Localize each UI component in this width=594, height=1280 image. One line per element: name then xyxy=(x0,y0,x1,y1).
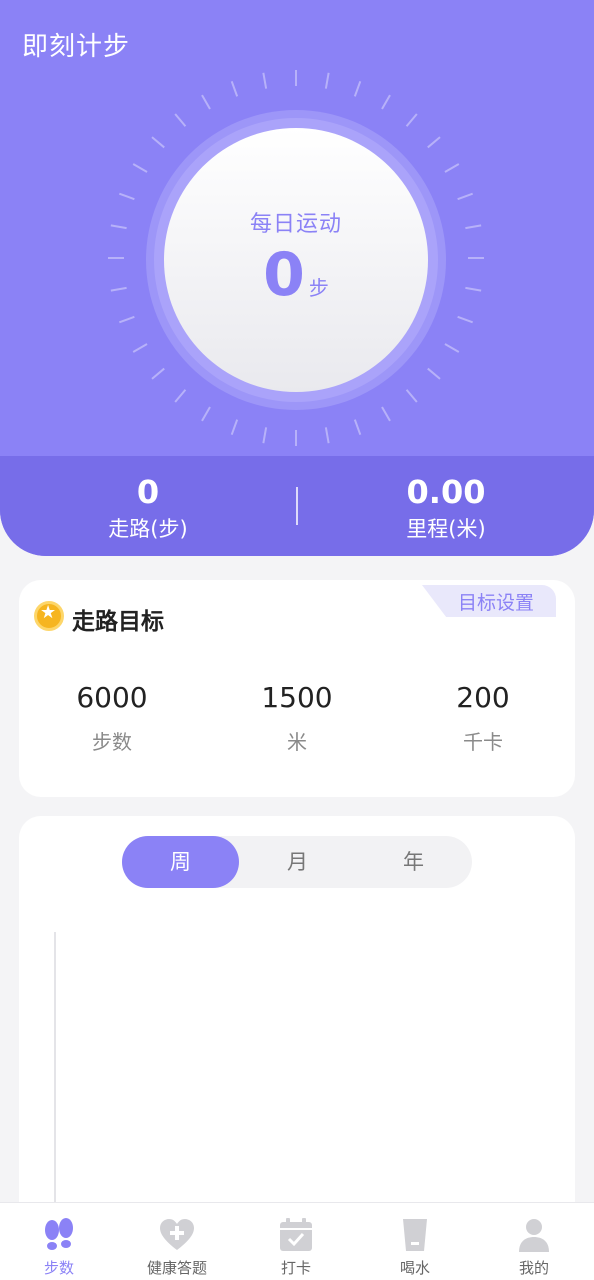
dial-tick xyxy=(353,419,362,436)
medal-icon xyxy=(34,601,64,631)
dial-tick xyxy=(405,389,418,403)
app-title: 即刻计步 xyxy=(22,32,131,62)
dial-tick xyxy=(110,286,127,292)
dial-tick xyxy=(381,406,391,422)
tabbar-checkin[interactable]: 打卡 xyxy=(237,1203,355,1280)
user-icon xyxy=(519,1219,549,1252)
daily-label: 每日运动 xyxy=(249,212,342,237)
dial-tick xyxy=(457,192,474,201)
daily-steps-value: 0步 xyxy=(164,240,428,310)
footprints-icon xyxy=(45,1218,73,1250)
goal-title: 走路目标 xyxy=(72,609,164,635)
dial-tick xyxy=(132,163,148,173)
tab-year[interactable]: 年 xyxy=(355,836,472,888)
tabbar-quiz[interactable]: 健康答题 xyxy=(118,1203,236,1280)
dial-tick xyxy=(110,224,127,230)
goal-steps: 6000 步数 xyxy=(32,678,192,755)
dial-tick xyxy=(132,343,148,353)
dial-tick xyxy=(381,94,391,110)
dial-tick xyxy=(201,94,211,110)
goal-steps-value: 6000 xyxy=(76,681,148,714)
dial-tick xyxy=(151,136,165,149)
tabbar-profile-label: 我的 xyxy=(518,1259,549,1277)
dial-tick xyxy=(118,192,135,201)
tab-week[interactable]: 周 xyxy=(122,836,239,888)
goal-distance: 1500 米 xyxy=(217,678,377,755)
tab-month[interactable]: 月 xyxy=(239,836,356,888)
tabbar-steps[interactable]: 步数 xyxy=(0,1203,118,1280)
hero-header: 即刻计步 每日运动 0步 0 走路(步) 0.00 里程(米) xyxy=(0,0,594,556)
dial-tick xyxy=(174,389,187,403)
tabbar-water-label: 喝水 xyxy=(399,1259,430,1277)
goal-calories-label: 千卡 xyxy=(463,730,503,754)
dial-tick xyxy=(324,427,330,444)
dial-tick xyxy=(230,419,239,436)
dial-tick xyxy=(444,163,460,173)
stat-walk: 0 走路(步) xyxy=(48,472,248,544)
tabbar-checkin-label: 打卡 xyxy=(280,1259,311,1277)
stat-distance-value: 0.00 xyxy=(406,473,486,511)
daily-steps-unit: 步 xyxy=(308,276,329,300)
dial-tick xyxy=(465,286,482,292)
dial-tick xyxy=(465,224,482,230)
dial-face: 每日运动 0步 xyxy=(164,128,428,392)
dial-tick xyxy=(262,72,268,89)
tabbar-quiz-label: 健康答题 xyxy=(146,1259,207,1277)
daily-steps-number: 0 xyxy=(263,240,305,310)
dial-tick xyxy=(118,315,135,324)
dial-tick xyxy=(427,367,441,380)
dial-tick xyxy=(427,136,441,149)
goal-steps-label: 步数 xyxy=(92,730,132,754)
period-segmented-control: 周 月 年 xyxy=(122,836,472,888)
heart-plus-icon xyxy=(160,1219,194,1250)
dial-tick xyxy=(353,80,362,97)
tabbar-water[interactable]: 喝水 xyxy=(356,1203,474,1280)
daily-steps-dial: 每日运动 0步 xyxy=(146,110,446,410)
stat-distance-label: 里程(米) xyxy=(406,517,486,541)
goal-settings-label: 目标设置 xyxy=(457,592,534,614)
stats-divider xyxy=(296,487,298,525)
dial-tick xyxy=(151,367,165,380)
dial-tick xyxy=(262,427,268,444)
stat-walk-label: 走路(步) xyxy=(108,517,188,541)
dial-tick xyxy=(230,80,239,97)
stat-distance: 0.00 里程(米) xyxy=(346,472,546,544)
dial-tick xyxy=(457,315,474,324)
dial-tick xyxy=(174,113,187,127)
calendar-check-icon xyxy=(280,1218,312,1251)
goal-distance-value: 1500 xyxy=(261,681,333,714)
dial-tick xyxy=(405,113,418,127)
dial-tick xyxy=(444,343,460,353)
tabbar-steps-label: 步数 xyxy=(43,1259,74,1277)
dial-tick xyxy=(324,72,330,89)
goal-distance-label: 米 xyxy=(287,730,307,754)
water-cup-icon xyxy=(403,1219,427,1251)
bottom-tab-bar: 步数 健康答题 打卡 喝水 我的 xyxy=(0,1202,594,1280)
chart-y-axis xyxy=(54,932,56,1202)
stat-walk-value: 0 xyxy=(136,473,160,511)
dial-tick xyxy=(201,406,211,422)
tabbar-profile[interactable]: 我的 xyxy=(475,1203,593,1280)
goal-calories: 200 千卡 xyxy=(403,678,563,755)
goal-calories-value: 200 xyxy=(456,681,510,714)
